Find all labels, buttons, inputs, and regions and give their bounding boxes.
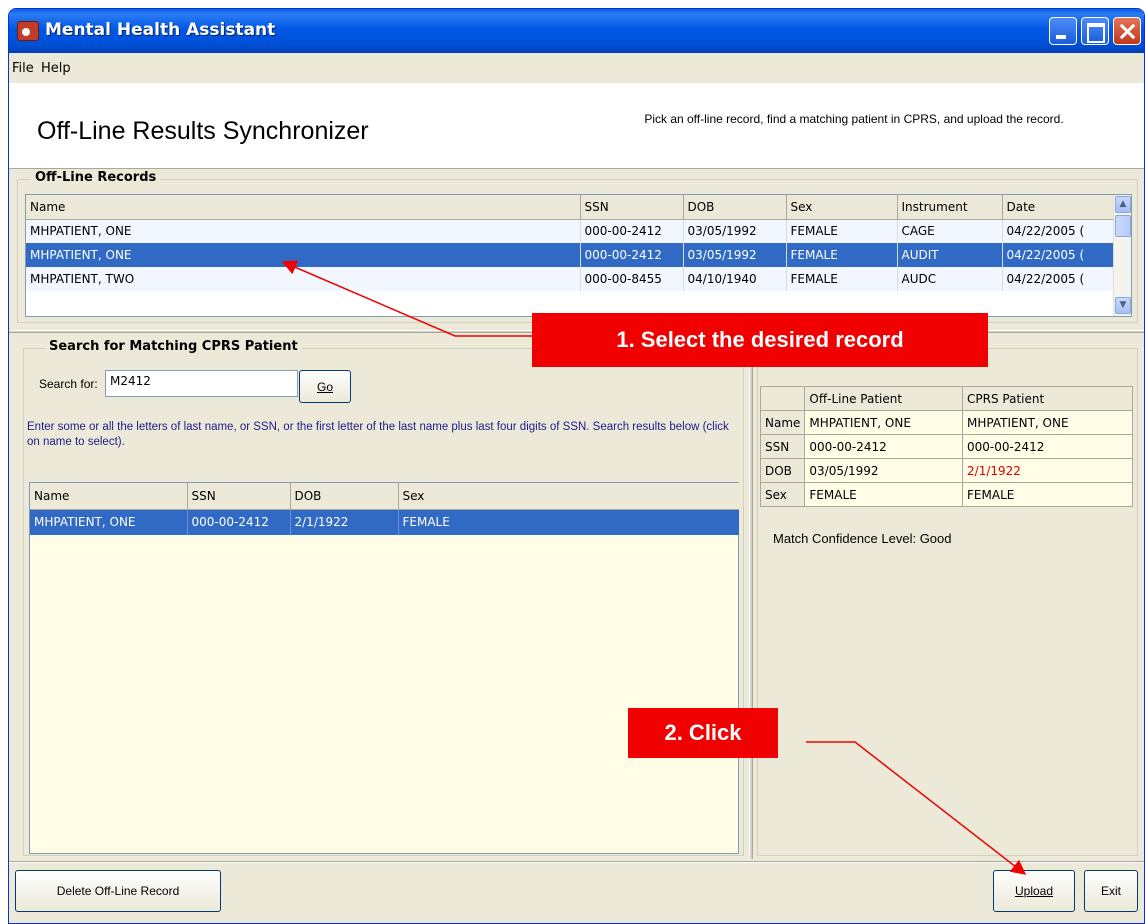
col-header-name[interactable]: Name <box>26 195 581 220</box>
cell-sex: FEMALE <box>398 509 739 535</box>
compare-offline-value: MHPATIENT, ONE <box>804 410 964 435</box>
cell-sex: FEMALE <box>786 267 898 291</box>
vertical-splitter[interactable] <box>749 339 753 859</box>
compare-corner <box>759 386 806 411</box>
go-button[interactable]: Go <box>299 370 351 403</box>
delete-offline-record-button[interactable]: Delete Off-Line Record <box>15 870 221 912</box>
search-help-text: Enter some or all the letters of last na… <box>27 421 729 448</box>
comparison-table: Off-Line Patient CPRS Patient Name MHPAT… <box>759 386 1133 507</box>
col-header-ssn[interactable]: SSN <box>187 483 291 510</box>
compare-cprs-value-mismatch: 2/1/1922 <box>962 458 1133 483</box>
bottom-divider <box>9 861 1144 863</box>
go-button-label: Go <box>316 379 333 394</box>
cell-name: MHPATIENT, TWO <box>26 267 581 291</box>
upload-button-label: Upload <box>1014 884 1054 898</box>
scroll-down-icon[interactable]: ▼ <box>1115 297 1131 314</box>
cell-name: MHPATIENT, ONE <box>26 243 581 267</box>
cell-instrument: AUDIT <box>897 243 1003 267</box>
delete-button-label: Delete Off-Line Record <box>56 884 180 898</box>
offline-records-label: Off-Line Records <box>31 170 161 185</box>
col-header-offline-patient: Off-Line Patient <box>804 386 964 411</box>
upload-button[interactable]: Upload <box>993 870 1075 912</box>
search-group-label: Search for Matching CPRS Patient <box>45 339 302 354</box>
col-header-sex[interactable]: Sex <box>398 483 739 510</box>
table-row[interactable]: MHPATIENT, TWO 000-00-8455 04/10/1940 FE… <box>26 267 1116 291</box>
page-title: Off-Line Results Synchronizer <box>37 117 369 145</box>
maximize-button[interactable] <box>1081 17 1109 45</box>
col-header-instrument[interactable]: Instrument <box>897 195 1003 220</box>
callout-step-2: 2. Click <box>628 708 778 758</box>
col-header-cprs-patient: CPRS Patient <box>962 386 1133 411</box>
compare-cprs-value: 000-00-2412 <box>962 434 1133 459</box>
callout-step-1: 1. Select the desired record <box>532 313 988 367</box>
menu-bar: File Help <box>9 53 1144 83</box>
compare-offline-value: 03/05/1992 <box>804 458 964 483</box>
search-for-label: Search for: <box>39 377 98 391</box>
cell-name: MHPATIENT, ONE <box>30 509 188 535</box>
col-header-name[interactable]: Name <box>30 483 188 510</box>
col-header-sex[interactable]: Sex <box>786 195 898 220</box>
cell-instrument: AUDC <box>897 267 1003 291</box>
match-confidence-text: Match Confidence Level: Good <box>773 531 952 546</box>
scroll-thumb[interactable] <box>1115 215 1131 237</box>
menu-help[interactable]: Help <box>41 61 71 76</box>
col-header-dob[interactable]: DOB <box>683 195 787 220</box>
cell-ssn: 000-00-2412 <box>187 509 291 535</box>
search-input[interactable]: M2412 <box>105 370 298 397</box>
app-icon <box>17 21 39 41</box>
offline-records-grid: Name SSN DOB Sex Instrument Date MHPATIE… <box>25 194 1132 317</box>
compare-row-label: DOB <box>759 458 806 483</box>
cell-date: 04/22/2005 ( <box>1002 267 1116 291</box>
close-button[interactable] <box>1113 17 1141 45</box>
cell-dob: 2/1/1922 <box>290 509 399 535</box>
window-title: Mental Health Assistant <box>45 20 276 40</box>
cell-date: 04/22/2005 ( <box>1002 243 1116 267</box>
app-window: Mental Health Assistant File Help Off-Li… <box>8 8 1145 924</box>
cell-name: MHPATIENT, ONE <box>26 219 581 243</box>
search-result-row[interactable]: MHPATIENT, ONE 000-00-2412 2/1/1922 FEMA… <box>30 509 739 535</box>
cell-instrument: CAGE <box>897 219 1003 243</box>
cell-ssn: 000-00-2412 <box>580 243 684 267</box>
col-header-ssn[interactable]: SSN <box>580 195 684 220</box>
cell-ssn: 000-00-8455 <box>580 267 684 291</box>
compare-row-label: Sex <box>759 482 806 507</box>
header-panel: Off-Line Results Synchronizer Pick an of… <box>9 83 1144 169</box>
cell-dob: 03/05/1992 <box>683 219 787 243</box>
table-row[interactable]: MHPATIENT, ONE 000-00-2412 03/05/1992 FE… <box>26 219 1116 243</box>
menu-file[interactable]: File <box>12 61 34 76</box>
col-header-date[interactable]: Date <box>1002 195 1116 220</box>
compare-cprs-value: FEMALE <box>962 482 1133 507</box>
exit-button-label: Exit <box>1100 884 1121 898</box>
compare-offline-value: 000-00-2412 <box>804 434 964 459</box>
cell-ssn: 000-00-2412 <box>580 219 684 243</box>
scroll-up-icon[interactable]: ▲ <box>1115 196 1131 213</box>
compare-cprs-value: MHPATIENT, ONE <box>962 410 1133 435</box>
cell-dob: 03/05/1992 <box>683 243 787 267</box>
title-bar[interactable]: Mental Health Assistant <box>9 9 1144 53</box>
cell-dob: 04/10/1940 <box>683 267 787 291</box>
compare-row-label: SSN <box>759 434 806 459</box>
compare-row-label: Name <box>759 410 806 435</box>
exit-button[interactable]: Exit <box>1084 870 1138 912</box>
table-row-selected[interactable]: MHPATIENT, ONE 000-00-2412 03/05/1992 FE… <box>26 243 1116 267</box>
cell-date: 04/22/2005 ( <box>1002 219 1116 243</box>
cell-sex: FEMALE <box>786 243 898 267</box>
col-header-dob[interactable]: DOB <box>290 483 399 510</box>
vertical-scrollbar[interactable]: ▲ ▼ <box>1113 195 1131 316</box>
minimize-button[interactable] <box>1049 17 1077 45</box>
search-results-grid: Name SSN DOB Sex MHPATIENT, ONE 000-00-2… <box>29 482 739 854</box>
instructions-text: Pick an off-line record, find a matching… <box>644 112 1064 126</box>
compare-offline-value: FEMALE <box>804 482 964 507</box>
cell-sex: FEMALE <box>786 219 898 243</box>
